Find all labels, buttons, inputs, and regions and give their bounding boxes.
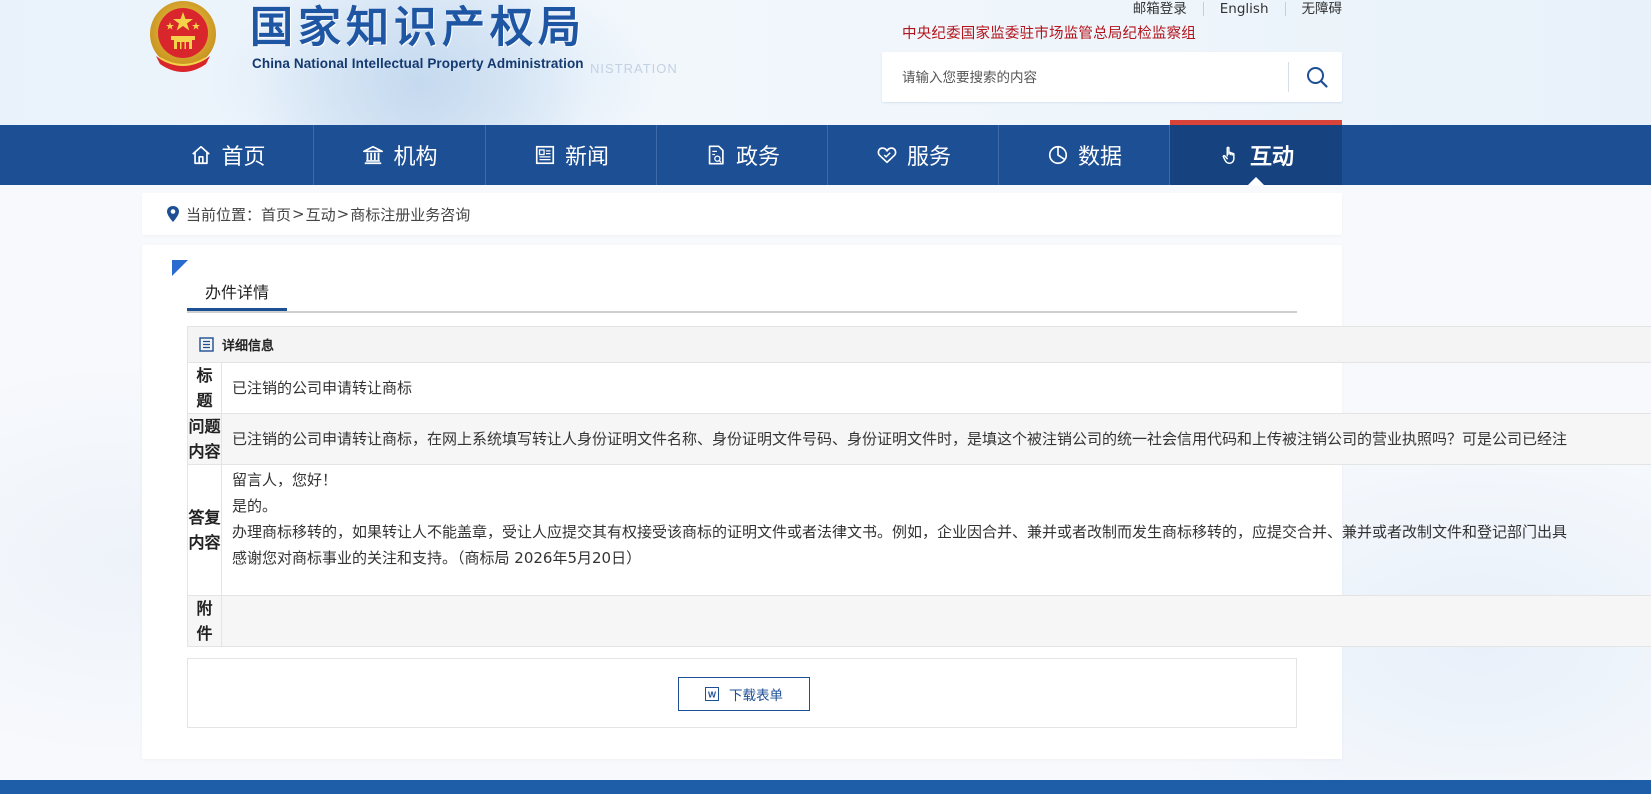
nav-item-service[interactable]: 服务 [828,125,999,185]
nav-item-government[interactable]: 政务 [657,125,828,185]
accessibility-link[interactable]: 无障碍 [1284,2,1342,16]
answer-label: 答复 内容 [187,464,222,596]
location-pin-icon [166,205,180,223]
tab-case-details[interactable]: 办件详情 [187,273,287,311]
heart-hand-icon [875,143,899,167]
download-form-button[interactable]: W 下载表单 [678,677,810,711]
nav-item-institution[interactable]: 机构 [314,125,486,185]
title-label: 标题 [187,362,222,414]
main-nav: 首页 机构 新闻 政务 服务 数据 互动 [0,120,1651,185]
breadcrumb-prefix: 当前位置： [186,205,262,224]
breadcrumb: 当前位置： 首页 > 互动 > 商标注册业务咨询 [142,193,1342,235]
breadcrumb-separator: > [292,205,305,223]
breadcrumb-current[interactable]: 商标注册业务咨询 [350,204,470,225]
top-links: 邮箱登录 English 无障碍 [1117,0,1342,18]
main-nav-items: 首页 机构 新闻 政务 服务 数据 互动 [142,120,1342,185]
breadcrumb-separator: > [336,205,350,223]
tab-bar: 办件详情 [187,273,1297,313]
answer-line: 感谢您对商标事业的关注和支持。（商标局 2026年5月20日） [232,549,642,567]
answer-line: 是的。 [232,497,278,515]
nav-label: 政务 [735,145,780,170]
nav-label: 新闻 [564,145,609,170]
table-row: 答复 内容 留言人，您好！ 是的。 办理商标移转的，如果转让人不能盖章，受让人应提… [187,464,1651,596]
detail-table: 详细信息 标题 已注销的公司申请转让商标 问题 内容 已注销的公司申请转让商标，在… [187,326,1651,647]
english-link[interactable]: English [1202,2,1285,16]
question-value: 已注销的公司申请转让商标，在网上系统填写转让人身份证明文件名称、身份证明文件号码… [221,413,1651,465]
nav-label: 数据 [1077,145,1122,170]
breadcrumb-home[interactable]: 首页 [261,204,291,225]
attachment-value [221,595,1651,647]
answer-value: 留言人，您好！ 是的。 办理商标移转的，如果转让人不能盖章，受让人应提交其有权接… [221,464,1651,596]
mail-login-link[interactable]: 邮箱登录 [1117,2,1203,16]
nav-label: 互动 [1249,145,1294,170]
document-icon [704,143,728,167]
institution-icon [361,143,385,167]
title-value: 已注销的公司申请转让商标 [221,362,1651,414]
search-input[interactable] [900,64,1284,92]
breadcrumb-interaction[interactable]: 互动 [306,204,336,225]
detail-header-row: 详细信息 [187,326,1651,363]
nav-label: 首页 [221,145,266,170]
svg-text:W: W [708,690,717,700]
nav-label: 机构 [393,145,438,170]
national-emblem-icon [150,1,216,72]
logo-watermark-text: NISTRATION [590,61,678,76]
nav-label: 服务 [906,145,951,170]
search-button[interactable] [1292,52,1342,102]
answer-line: 办理商标移转的，如果转让人不能盖章，受让人应提交其有权接受该商标的证明文件或者法… [232,523,1568,541]
table-row: 附件 [187,595,1651,647]
attachment-label: 附件 [187,595,222,647]
pie-chart-icon [1046,143,1070,167]
search-box [882,52,1342,102]
search-divider [1288,62,1289,92]
nav-item-news[interactable]: 新闻 [486,125,657,185]
footer-strip [0,780,1651,794]
detail-header-cell: 详细信息 [187,326,1651,363]
newspaper-icon [533,143,557,167]
word-doc-icon: W [705,687,719,701]
nav-item-interaction[interactable]: 互动 [1170,120,1342,185]
search-icon [1307,67,1328,88]
main-content: 办件详情 详细信息 标题 已注销的公司申请转让商标 问题 内容 已注销的公司申请转… [142,245,1651,759]
nav-item-home[interactable]: 首页 [142,125,314,185]
download-area: W 下载表单 [187,658,1297,728]
download-form-label: 下载表单 [729,688,783,704]
nav-item-data[interactable]: 数据 [999,125,1170,185]
corner-triangle-decoration [172,260,188,276]
question-label: 问题 内容 [187,413,222,465]
discipline-inspection-link[interactable]: 中央纪委国家监委驻市场监管总局纪检监察组 [902,22,1196,43]
table-row: 问题 内容 已注销的公司申请转让商标，在网上系统填写转让人身份证明文件名称、身份证… [187,413,1651,465]
list-icon [199,337,214,352]
detail-heading: 详细信息 [222,339,275,354]
site-logo-cn[interactable]: 国家知识产权局 [250,4,586,52]
site-logo-en: China National Intellectual Property Adm… [252,56,584,71]
table-row: 标题 已注销的公司申请转让商标 [187,362,1651,414]
pointer-hand-icon [1218,143,1242,167]
answer-line: 留言人，您好！ [232,471,338,489]
home-icon [189,143,213,167]
site-header: 国家知识产权局 China National Intellectual Prop… [0,0,1651,125]
